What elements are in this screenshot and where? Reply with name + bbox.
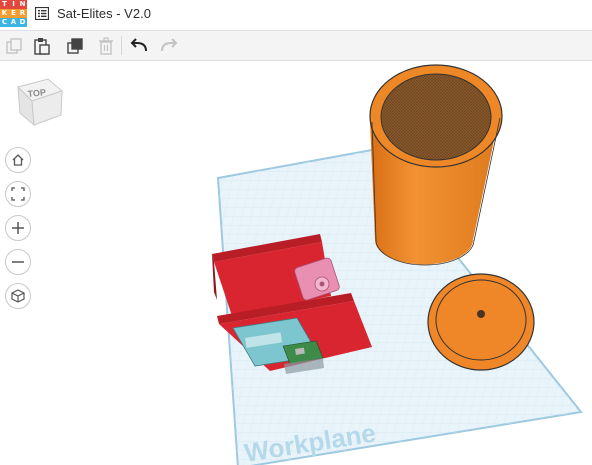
toolbar-separator (121, 36, 122, 55)
home-icon (12, 154, 24, 166)
logo-letter: E (9, 9, 18, 18)
duplicate-icon[interactable] (65, 36, 85, 56)
plus-icon (12, 222, 24, 234)
zoom-in-button[interactable] (5, 215, 31, 241)
fit-all-button[interactable] (5, 181, 31, 207)
orange-cylinder[interactable] (369, 64, 503, 266)
logo-letter: R (18, 9, 27, 18)
3d-viewport[interactable]: Workplane TOP (0, 61, 592, 465)
logo-letter: I (9, 0, 18, 9)
minus-icon (12, 261, 24, 263)
edit-toolbar (0, 31, 592, 61)
logo-letter: N (18, 0, 27, 9)
design-title[interactable]: Sat-Elites - V2.0 (57, 6, 151, 21)
view-cube[interactable]: TOP (12, 73, 68, 129)
fit-view-icon (11, 187, 25, 201)
scene: Workplane (212, 64, 583, 465)
redo-icon[interactable] (159, 36, 179, 56)
copy-icon[interactable] (4, 36, 24, 56)
logo-letter: K (0, 9, 9, 18)
design-list-icon[interactable] (35, 7, 49, 20)
tinkercad-logo[interactable]: T I N K E R C A D (0, 0, 27, 27)
undo-icon[interactable] (129, 36, 149, 56)
logo-letter: A (9, 18, 18, 27)
title-bar: T I N K E R C A D Sat-Elites - V2.0 (0, 0, 592, 31)
zoom-out-button[interactable] (5, 249, 31, 275)
perspective-toggle-button[interactable] (5, 283, 31, 309)
logo-letter: C (0, 18, 9, 27)
cube-icon (11, 289, 25, 303)
viewcube-face-label: TOP (27, 87, 46, 99)
logo-letter: D (18, 18, 27, 27)
paste-icon[interactable] (32, 36, 52, 56)
logo-letter: T (0, 0, 9, 9)
trash-icon[interactable] (96, 36, 116, 56)
orange-lid[interactable] (427, 273, 535, 371)
home-view-button[interactable] (5, 147, 31, 173)
